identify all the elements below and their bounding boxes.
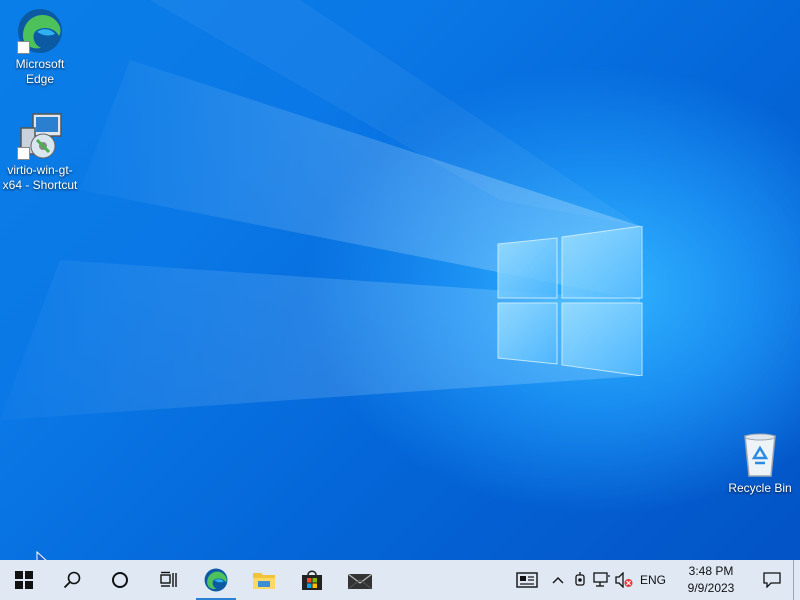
search-icon: [63, 571, 81, 589]
volume-button[interactable]: [613, 560, 635, 600]
notification-icon: [763, 572, 781, 588]
taskbar-store-button[interactable]: [288, 560, 336, 600]
start-button[interactable]: [0, 560, 48, 600]
taskbar-file-explorer-button[interactable]: [240, 560, 288, 600]
desktop-icon-recycle-bin-label: Recycle Bin: [728, 481, 792, 495]
show-desktop-button[interactable]: [793, 560, 800, 600]
wallpaper-light-beam: [0, 0, 640, 420]
network-icon: [593, 572, 610, 587]
cortana-button[interactable]: [96, 560, 144, 600]
show-hidden-icons-button[interactable]: [547, 560, 569, 600]
desktop-icon-virtio[interactable]: virtio-win-gt- x64 - Shortcut: [0, 112, 80, 193]
task-view-button[interactable]: [144, 560, 192, 600]
language-label: ENG: [639, 573, 666, 587]
mail-icon: [347, 573, 373, 590]
taskbar-mail-button[interactable]: [336, 560, 384, 600]
edge-icon: [15, 6, 65, 56]
clock-date: 9/9/2023: [687, 581, 735, 595]
store-icon: [302, 570, 322, 590]
desktop-icon-edge-label-1: Microsoft: [15, 57, 65, 71]
start-icon: [15, 571, 33, 589]
shortcut-arrow-icon: [17, 41, 30, 54]
desktop-icon-virtio-label-1: virtio-win-gt-: [7, 163, 73, 177]
news-widget-button[interactable]: [507, 560, 547, 600]
network-button[interactable]: [591, 560, 613, 600]
shortcut-arrow-icon: [17, 147, 30, 160]
installer-icon: [15, 112, 65, 162]
recycle-bin-icon: [735, 430, 785, 480]
desktop[interactable]: Microsoft Edge virtio-win-gt- x64 - Shor…: [0, 0, 800, 600]
task-view-icon: [160, 571, 177, 587]
desktop-icon-edge[interactable]: Microsoft Edge: [0, 6, 80, 87]
taskbar: ENG 3:48 PM 9/9/2023: [0, 560, 800, 600]
taskbar-edge-button[interactable]: [192, 560, 240, 600]
system-tray: ENG 3:48 PM 9/9/2023: [507, 560, 800, 600]
windows-logo: [497, 226, 643, 376]
search-button[interactable]: [48, 560, 96, 600]
desktop-icon-recycle-bin[interactable]: Recycle Bin: [720, 430, 800, 496]
clock-time: 3:48 PM: [688, 564, 734, 578]
usb-device-button[interactable]: [569, 560, 591, 600]
clock-button[interactable]: 3:48 PM 9/9/2023: [671, 560, 751, 600]
news-icon: [516, 572, 538, 588]
desktop-icon-virtio-label-2: x64 - Shortcut: [2, 178, 78, 192]
cortana-icon: [112, 572, 128, 588]
file-explorer-icon: [253, 573, 275, 589]
edge-icon: [204, 568, 228, 592]
notifications-button[interactable]: [751, 560, 793, 600]
clock: 3:48 PM 9/9/2023: [679, 563, 743, 597]
desktop-icon-edge-label-2: Edge: [25, 72, 55, 86]
chevron-up-icon: [552, 577, 564, 584]
volume-muted-icon: [615, 572, 633, 588]
usb-device-icon: [575, 572, 585, 586]
language-indicator[interactable]: ENG: [635, 560, 671, 600]
